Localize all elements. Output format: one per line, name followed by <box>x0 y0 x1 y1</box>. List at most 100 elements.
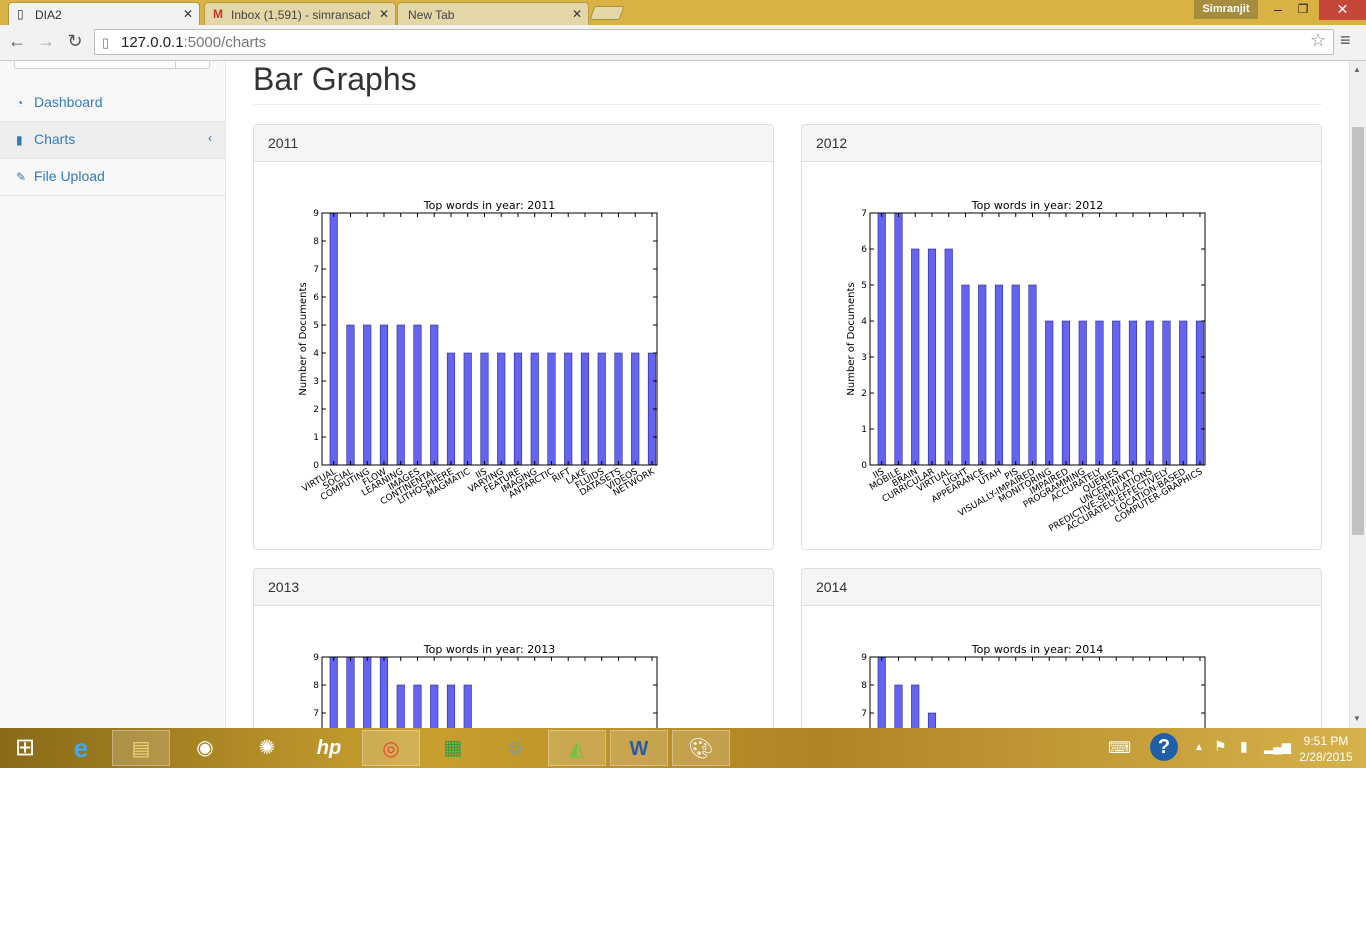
clock-time: 9:51 PM <box>1303 734 1349 748</box>
forward-icon[interactable]: → <box>34 31 58 52</box>
y-tick-label: 6 <box>313 293 319 303</box>
action-center-flag-icon[interactable]: ⚑ <box>1214 738 1227 755</box>
title-divider <box>253 104 1322 105</box>
finder-icon[interactable]: ☺ <box>486 730 544 766</box>
bar <box>379 656 389 728</box>
tab-title: New Tab <box>408 8 455 22</box>
bar <box>413 684 422 728</box>
y-tick-label: 5 <box>861 281 867 291</box>
bar-chart-2013: Top words in year: 2013 7 8 9 <box>313 643 658 728</box>
panel-heading: 2013 <box>254 569 773 606</box>
bar <box>530 352 539 466</box>
bar <box>463 684 472 728</box>
bar <box>1061 320 1071 466</box>
y-tick-label: 1 <box>313 433 319 443</box>
tab-dia2[interactable]: ▯ DIA2 ✕ <box>8 2 200 25</box>
bar <box>961 284 970 466</box>
scroll-thumb[interactable] <box>1352 127 1364 535</box>
tab-new-tab[interactable]: New Tab ✕ <box>397 2 589 25</box>
close-tab-icon[interactable]: ✕ <box>183 7 193 21</box>
bar <box>911 684 920 728</box>
bar <box>346 656 355 728</box>
y-tick-label: 9 <box>313 653 319 663</box>
bar-chart-2014: Top words in year: 2014 7 8 9 <box>861 643 1206 728</box>
reload-icon[interactable]: ↻ <box>63 31 87 52</box>
bar <box>597 352 606 466</box>
plot-frame <box>321 656 658 728</box>
restore-icon[interactable]: ❐ <box>1293 0 1313 20</box>
scroll-up-icon[interactable]: ▲ <box>1353 65 1361 74</box>
y-tick-label: 4 <box>861 317 867 327</box>
scroll-down-icon[interactable]: ▼ <box>1353 714 1361 723</box>
bar <box>1095 320 1104 466</box>
minimize-icon[interactable]: – <box>1268 0 1288 20</box>
word-icon[interactable]: W <box>610 730 668 766</box>
window-close-icon[interactable]: ✕ <box>1319 0 1366 20</box>
bar <box>978 284 987 466</box>
sidebar-item-charts[interactable]: ▮ Charts ‹ <box>0 122 225 159</box>
chart-title: Top words in year: 2014 <box>971 643 1103 656</box>
y-tick-label: 7 <box>313 709 319 719</box>
help-icon[interactable]: ? <box>1150 733 1178 761</box>
bar <box>513 352 523 466</box>
bar <box>614 352 623 466</box>
sidebar: ◔ Dashboard ▮ Charts ‹ ✎ File Upload <box>0 61 226 728</box>
bar <box>894 684 903 728</box>
y-tick-label: 8 <box>861 681 867 691</box>
y-tick-label: 7 <box>313 265 319 275</box>
show-hidden-icons-icon[interactable]: ▲ <box>1194 742 1204 753</box>
edit-icon: ✎ <box>16 170 27 184</box>
search-button[interactable] <box>175 61 209 69</box>
back-icon[interactable]: ← <box>5 31 29 52</box>
bar <box>1162 320 1171 466</box>
blank-area <box>0 768 1366 936</box>
store-icon[interactable]: ▦ <box>424 730 482 766</box>
y-tick-label: 2 <box>313 405 319 415</box>
keyboard-icon[interactable]: ⌨ <box>1108 738 1131 758</box>
profile-button[interactable]: Simranjit <box>1194 0 1258 19</box>
hp-icon[interactable]: hp <box>300 730 358 766</box>
sidebar-item-dashboard[interactable]: ◔ Dashboard <box>0 85 225 122</box>
photos-app-icon[interactable]: ✺ <box>238 730 296 766</box>
page-viewport: ◔ Dashboard ▮ Charts ‹ ✎ File Upload Bar Gr… <box>0 61 1366 728</box>
new-tab-button[interactable] <box>589 6 625 20</box>
webcam-icon[interactable]: ◉ <box>176 730 234 766</box>
y-tick-label: 1 <box>861 425 867 435</box>
windows-taskbar: ⊞ e ▤ ◉ ✺ hp ◎ ▦ ☺ ◭ W 🎨︎ ⌨ ? ▲ ⚑ ▮ ▂▄▆ … <box>0 728 1366 768</box>
chrome-icon[interactable]: ◎ <box>362 730 420 766</box>
internet-explorer-icon[interactable]: e <box>52 730 110 766</box>
plot-frame <box>321 212 658 466</box>
bar <box>346 324 355 466</box>
page-icon: ▯ <box>102 35 110 50</box>
y-tick-label: 8 <box>313 681 319 691</box>
paint-icon[interactable]: 🎨︎ <box>672 730 730 766</box>
sidebar-item-label: Dashboard <box>34 94 103 110</box>
bar-chart-icon: ▮ <box>16 133 23 147</box>
y-tick-label: 0 <box>861 461 867 471</box>
file-explorer-icon[interactable]: ▤ <box>112 730 170 766</box>
menu-icon[interactable]: ≡ <box>1340 30 1351 51</box>
bar <box>329 212 338 466</box>
bookmark-star-icon[interactable]: ☆ <box>1310 30 1326 51</box>
bar <box>1045 320 1054 466</box>
panel-heading: 2011 <box>254 125 773 162</box>
panel-heading: 2014 <box>802 569 1321 606</box>
bar <box>944 248 953 466</box>
page-scrollbar[interactable]: ▲ ▼ <box>1349 61 1366 728</box>
address-bar[interactable]: ▯ 127.0.0.1:5000/charts <box>94 29 1334 55</box>
sidebar-search[interactable] <box>14 61 210 69</box>
sidebar-item-file-upload[interactable]: ✎ File Upload <box>0 159 225 196</box>
start-windows-icon[interactable]: ⊞ <box>0 730 50 766</box>
matlab-icon[interactable]: ◭ <box>548 730 606 766</box>
tab-inbox[interactable]: M Inbox (1,591) - simransach ✕ <box>204 2 396 25</box>
close-tab-icon[interactable]: ✕ <box>572 7 582 21</box>
chart-title: Top words in year: 2012 <box>971 199 1103 212</box>
wifi-signal-icon[interactable]: ▂▄▆ <box>1264 740 1291 754</box>
bar <box>580 352 590 466</box>
battery-icon[interactable]: ▮ <box>1240 738 1248 755</box>
close-tab-icon[interactable]: ✕ <box>379 7 389 21</box>
bar <box>396 684 405 728</box>
bar <box>497 352 506 466</box>
system-clock[interactable]: 9:51 PM 2/28/2015 <box>1296 733 1356 765</box>
y-tick-label: 7 <box>861 209 867 219</box>
